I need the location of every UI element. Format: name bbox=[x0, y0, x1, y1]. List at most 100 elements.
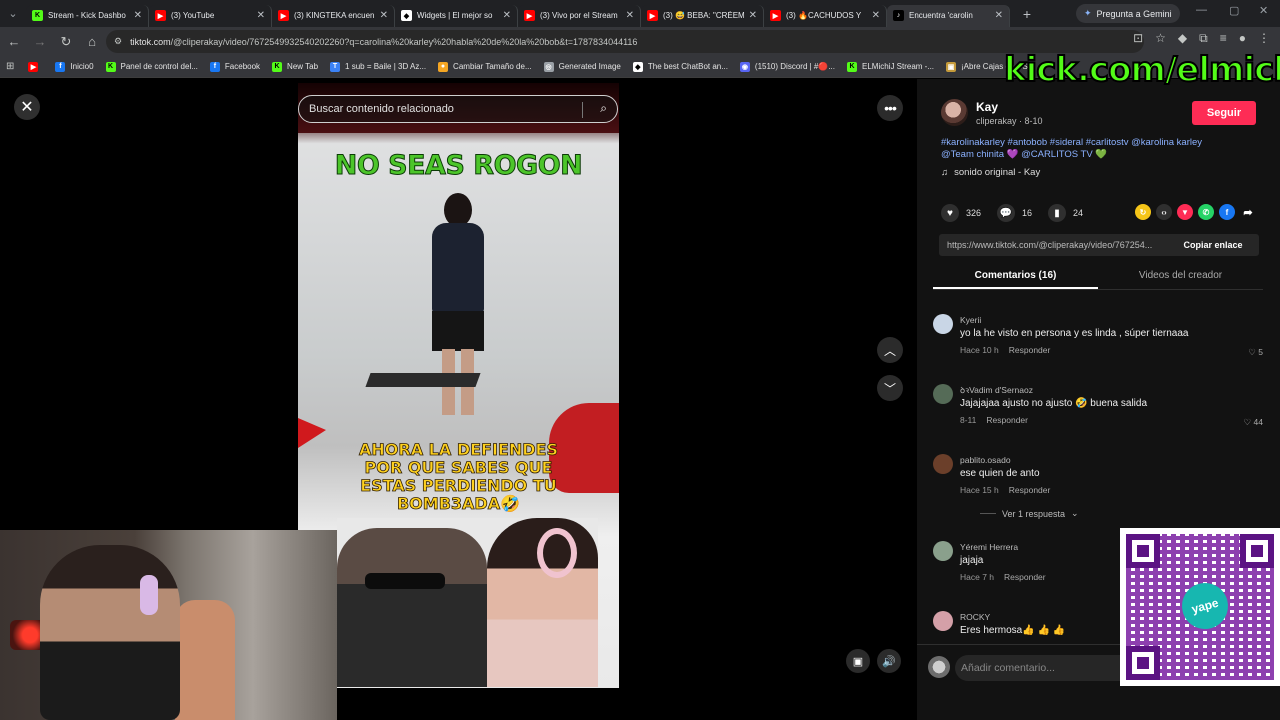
volume-button[interactable]: 🔊 bbox=[877, 649, 901, 673]
close-video-button[interactable]: ✕ bbox=[14, 94, 40, 120]
browser-tab[interactable]: ▶ (3) 😅 BEBA: "CRÉEM ✕ bbox=[641, 4, 764, 27]
bookmark-item[interactable]: K Panel de control del... bbox=[105, 61, 198, 72]
close-tab-icon[interactable]: ✕ bbox=[380, 10, 388, 21]
browser-tab[interactable]: ▶ (3) 🔥CACHUDOS Y ✕ bbox=[764, 4, 887, 27]
browser-tab[interactable]: ▶ (3) YouTube ✕ bbox=[149, 4, 272, 27]
bookmark-item[interactable]: ◎ Generated Image bbox=[543, 61, 621, 72]
follow-button[interactable]: Seguir bbox=[1192, 101, 1256, 125]
reply-button[interactable]: Responder bbox=[1009, 345, 1051, 355]
close-tab-icon[interactable]: ✕ bbox=[626, 10, 634, 21]
heart-icon[interactable]: ♥ bbox=[941, 204, 959, 222]
browser-tab[interactable]: ◆ Widgets | El mejor so ✕ bbox=[395, 4, 518, 27]
save-action[interactable]: ▮ 24 bbox=[1048, 204, 1083, 222]
url-input[interactable]: ⚙ tiktok.com/@cliperakay/video/767254993… bbox=[106, 30, 1144, 53]
minimize-button[interactable]: — bbox=[1196, 4, 1207, 16]
related-search-input[interactable]: Buscar contenido relacionado ⌕ bbox=[298, 95, 618, 123]
commenter-name[interactable]: ꝺꝛVadim d'Sernaoz bbox=[960, 385, 1033, 396]
bookmark-item[interactable]: ◆ The best ChatBot an... bbox=[632, 61, 728, 72]
music-row[interactable]: ♫ sonido original - Kay bbox=[941, 167, 1040, 178]
commenter-avatar[interactable] bbox=[933, 454, 953, 474]
tab-favicon-icon: ▶ bbox=[524, 10, 535, 21]
like-action[interactable]: ♥ 326 bbox=[941, 204, 981, 222]
copy-link-button[interactable]: Copiar enlace bbox=[1167, 240, 1259, 250]
bookmark-item[interactable]: K New Tab bbox=[272, 61, 318, 72]
reply-button[interactable]: Responder bbox=[986, 415, 1028, 425]
commenter-avatar[interactable] bbox=[933, 541, 953, 561]
commenter-name[interactable]: pablito.osado bbox=[960, 455, 1011, 465]
facebook-icon[interactable]: f bbox=[1219, 204, 1235, 220]
comment-icon[interactable]: 💬 bbox=[997, 204, 1016, 222]
save-count: 24 bbox=[1073, 208, 1084, 218]
close-tab-icon[interactable]: ✕ bbox=[503, 10, 511, 21]
description-mention-2[interactable]: @CARLITOS TV bbox=[1021, 149, 1093, 160]
bookmark-star-icon[interactable]: ☆ bbox=[1155, 31, 1166, 46]
browser-tab[interactable]: ▶ (3) Vivo por el Stream ✕ bbox=[518, 4, 641, 27]
bookmark-item[interactable]: f Facebook bbox=[209, 61, 260, 72]
back-button[interactable]: ← bbox=[2, 30, 26, 54]
reply-button[interactable]: Responder bbox=[1009, 485, 1051, 495]
media-icon[interactable]: ≡ bbox=[1220, 31, 1227, 46]
bookmark-item[interactable]: ◉ (1510) Discord | #🔴... bbox=[739, 61, 835, 72]
description-hashtags[interactable]: #karolinakarley #antobob #sideral #carli… bbox=[941, 137, 1241, 149]
browser-tab[interactable]: K Stream - Kick Dashbo ✕ bbox=[26, 4, 149, 27]
maximize-button[interactable]: ▢ bbox=[1229, 4, 1239, 17]
reply-button[interactable]: Responder bbox=[1004, 572, 1046, 582]
send-to-friends-icon[interactable]: ▼ bbox=[1177, 204, 1193, 220]
heart-outline-icon[interactable]: ♡ bbox=[1244, 417, 1252, 427]
browser-tab[interactable]: ▶ (3) KINGTEKA encuen ✕ bbox=[272, 4, 395, 27]
author-name[interactable]: Kay bbox=[976, 100, 998, 114]
close-tab-icon[interactable]: ✕ bbox=[995, 10, 1003, 21]
comment-like[interactable]: ♡ 5 bbox=[1248, 347, 1263, 358]
close-tab-icon[interactable]: ✕ bbox=[749, 10, 757, 21]
close-tab-icon[interactable]: ✕ bbox=[134, 10, 142, 21]
site-info-icon[interactable]: ⚙ bbox=[114, 36, 122, 47]
close-window-button[interactable]: ✕ bbox=[1259, 4, 1268, 17]
share-arrow-icon[interactable]: ➦ bbox=[1240, 204, 1256, 220]
profile-icon[interactable]: ● bbox=[1239, 31, 1246, 46]
search-icon[interactable]: ⌕ bbox=[600, 101, 607, 116]
commenter-avatar[interactable] bbox=[933, 611, 953, 631]
new-tab-button[interactable]: + bbox=[1016, 3, 1038, 25]
commenter-avatar[interactable] bbox=[933, 314, 953, 334]
bookmark-icon[interactable]: ▮ bbox=[1048, 204, 1067, 222]
bookmark-label: Generated Image bbox=[558, 62, 621, 71]
translate-icon[interactable]: ⊡ bbox=[1133, 31, 1143, 46]
reload-button[interactable]: ↻ bbox=[54, 30, 78, 54]
tab-creator-videos[interactable]: Videos del creador bbox=[1098, 266, 1263, 289]
comment-action[interactable]: 💬 16 bbox=[997, 204, 1032, 222]
commenter-name[interactable]: ROCKY bbox=[960, 612, 990, 622]
mini-player-button[interactable]: ▣ bbox=[846, 649, 870, 673]
bookmark-item[interactable]: ● Cambiar Tamaño de... bbox=[438, 61, 532, 72]
close-tab-icon[interactable]: ✕ bbox=[872, 10, 880, 21]
author-avatar[interactable] bbox=[941, 99, 968, 126]
description-mention-1[interactable]: @Team chinita bbox=[941, 149, 1004, 160]
commenter-name[interactable]: Yéremi Herrera bbox=[960, 542, 1018, 552]
bookmark-item[interactable]: f Inicio0 bbox=[55, 61, 94, 72]
menu-dots-icon[interactable]: ⋮ bbox=[1258, 31, 1270, 46]
browser-tab[interactable]: ♪ Encuentra 'carolin ✕ bbox=[887, 4, 1010, 27]
tab-search-button[interactable]: ⌄ bbox=[0, 0, 26, 27]
home-button[interactable]: ⌂ bbox=[80, 30, 104, 54]
bookmark-item[interactable]: K ELMichiJ Stream -... bbox=[847, 61, 934, 72]
extensions-puzzle-icon[interactable]: ⧉ bbox=[1199, 31, 1208, 46]
extension-icon[interactable]: ◆ bbox=[1178, 31, 1187, 46]
bookmark-item[interactable]: ▶ bbox=[28, 61, 43, 72]
commenter-avatar[interactable] bbox=[933, 384, 953, 404]
video-link-text[interactable]: https://www.tiktok.com/@cliperakay/video… bbox=[939, 240, 1167, 250]
whatsapp-icon[interactable]: ✆ bbox=[1198, 204, 1214, 220]
repost-icon[interactable]: ↻ bbox=[1135, 204, 1151, 220]
apps-grid-icon[interactable]: ⊞ bbox=[6, 61, 14, 72]
commenter-name[interactable]: Kyerii bbox=[960, 315, 981, 325]
next-video-button[interactable]: ﹀ bbox=[877, 375, 903, 401]
embed-code-icon[interactable]: ‹› bbox=[1156, 204, 1172, 220]
close-tab-icon[interactable]: ✕ bbox=[257, 10, 265, 21]
tab-comments[interactable]: Comentarios (16) bbox=[933, 266, 1098, 289]
heart-outline-icon[interactable]: ♡ bbox=[1248, 347, 1256, 357]
comment-like[interactable]: ♡ 44 bbox=[1244, 417, 1263, 428]
bookmark-item[interactable]: T 1 sub = Baile | 3D Az... bbox=[330, 61, 426, 72]
view-replies-button[interactable]: Ver 1 respuesta ⌄ bbox=[980, 508, 1079, 519]
more-options-button[interactable]: ••• bbox=[877, 95, 903, 121]
gemini-button[interactable]: ✦ Pregunta a Gemini bbox=[1076, 4, 1180, 23]
forward-button[interactable]: → bbox=[28, 30, 52, 54]
previous-video-button[interactable]: ︿ bbox=[877, 337, 903, 363]
